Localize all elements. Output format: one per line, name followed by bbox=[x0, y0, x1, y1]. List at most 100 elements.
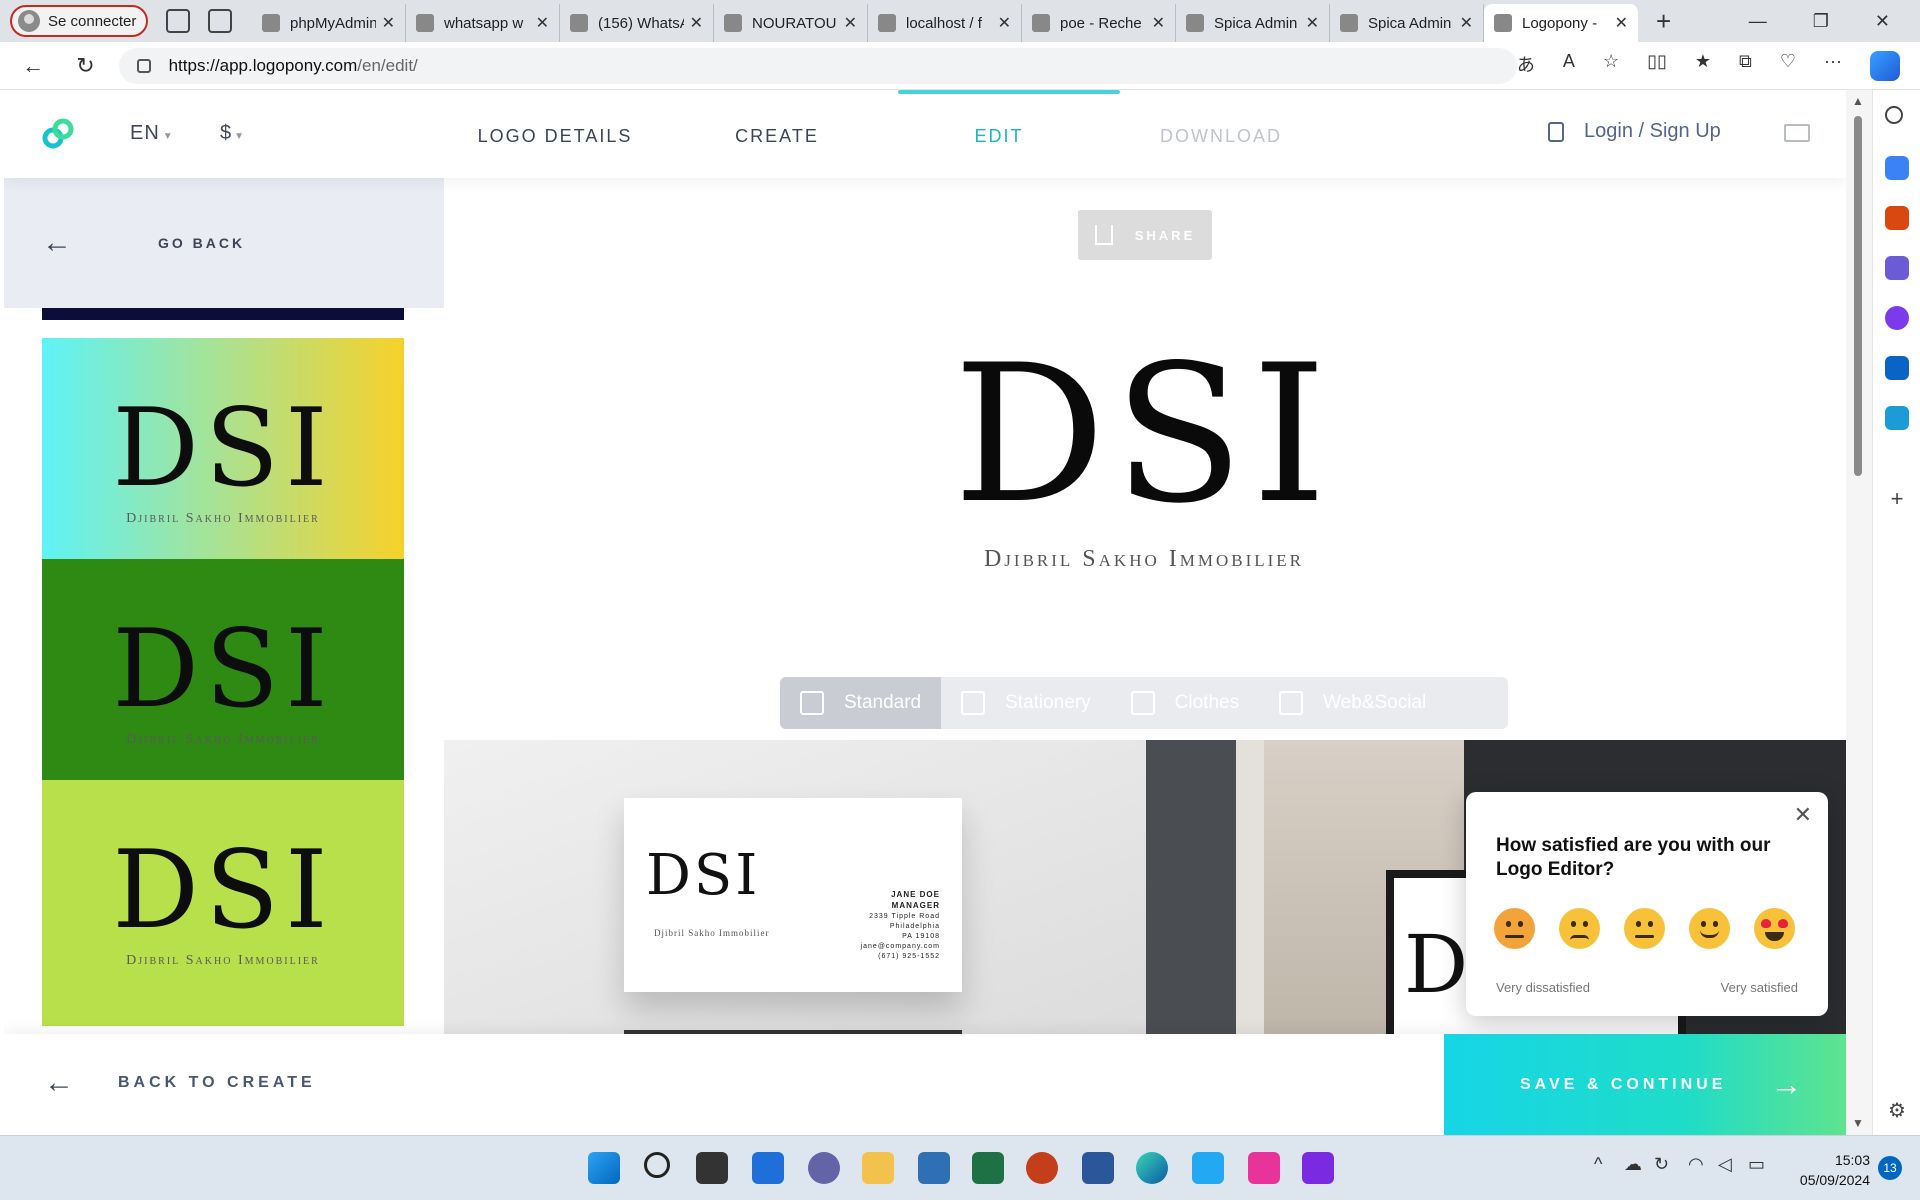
close-tab-icon[interactable]: ✕ bbox=[1460, 13, 1473, 33]
step-create[interactable]: CREATE bbox=[666, 126, 888, 147]
url-field[interactable]: https://app.logopony.com/en/edit/ bbox=[118, 47, 1517, 84]
browser-tab[interactable]: localhost / f ✕ bbox=[868, 4, 1022, 42]
close-tab-icon[interactable]: ✕ bbox=[382, 13, 395, 33]
notification-badge[interactable]: 13 bbox=[1878, 1156, 1902, 1180]
scroll-down-icon[interactable]: ▼ bbox=[1852, 1116, 1864, 1130]
logopony-logo-icon[interactable] bbox=[40, 116, 76, 152]
tab-web-social[interactable]: Web&Social bbox=[1259, 677, 1446, 729]
browser-tab[interactable]: Spica Admin ✕ bbox=[1330, 4, 1484, 42]
microsoft-365-icon[interactable] bbox=[1885, 306, 1909, 330]
step-download[interactable]: DOWNLOAD bbox=[1110, 126, 1332, 147]
close-tab-icon[interactable]: ✕ bbox=[1306, 13, 1319, 33]
volume-icon[interactable]: ◁ bbox=[1718, 1154, 1732, 1175]
browser-tab[interactable]: phpMyAdmin ✕ bbox=[252, 4, 406, 42]
sync-icon[interactable]: ↻ bbox=[1654, 1154, 1669, 1175]
scroll-up-icon[interactable]: ▲ bbox=[1852, 94, 1864, 108]
outlook-icon[interactable] bbox=[1885, 356, 1909, 380]
neutral-emoji-icon[interactable] bbox=[1624, 908, 1665, 949]
step-logo-details[interactable]: LOGO DETAILS bbox=[444, 126, 666, 147]
tab-stationery[interactable]: Stationery bbox=[941, 677, 1111, 729]
back-icon[interactable]: ← bbox=[14, 53, 52, 79]
excel-icon[interactable] bbox=[972, 1152, 1004, 1184]
browser-tab[interactable]: NOURATOU ✕ bbox=[714, 4, 868, 42]
workspaces-icon[interactable] bbox=[166, 9, 190, 33]
split-screen-icon[interactable]: ▯▯ bbox=[1647, 51, 1667, 81]
back-to-create-button[interactable]: ← BACK TO CREATE bbox=[44, 1066, 316, 1100]
browser-tab[interactable]: (156) WhatsApp ✕ bbox=[560, 4, 714, 42]
wamp-icon[interactable] bbox=[1248, 1152, 1280, 1184]
drop-send-icon[interactable] bbox=[1885, 406, 1909, 430]
phpstorm-icon[interactable] bbox=[1302, 1152, 1334, 1184]
reload-icon[interactable]: ↻ bbox=[66, 53, 104, 79]
add-sidebar-app-icon[interactable]: + bbox=[1885, 486, 1909, 511]
system-clock[interactable]: 15:03 05/09/2024 bbox=[1786, 1150, 1870, 1190]
copilot-icon[interactable] bbox=[1870, 50, 1901, 81]
heart-eyes-emoji-icon[interactable] bbox=[1754, 908, 1795, 949]
shopping-tag-icon[interactable] bbox=[1885, 156, 1909, 180]
vscode-icon[interactable] bbox=[1192, 1152, 1224, 1184]
search-icon[interactable] bbox=[1885, 106, 1903, 124]
favorite-star-icon[interactable]: ☆ bbox=[1603, 51, 1619, 81]
chevron-up-icon[interactable]: ^ bbox=[1594, 1154, 1602, 1175]
widgets-icon[interactable] bbox=[752, 1152, 784, 1184]
step-edit[interactable]: EDIT bbox=[888, 126, 1110, 147]
browser-tab[interactable]: poe - Reche ✕ bbox=[1022, 4, 1176, 42]
collections-icon[interactable]: ⧉ bbox=[1739, 51, 1752, 81]
variation-thumbnail[interactable] bbox=[42, 308, 404, 320]
variation-thumbnail[interactable]: DSI Djibril Sakho Immobilier bbox=[42, 559, 404, 805]
angry-emoji-icon[interactable] bbox=[1494, 908, 1535, 949]
browser-tab[interactable]: Spica Admin ✕ bbox=[1176, 4, 1330, 42]
share-button[interactable]: SHARE bbox=[1078, 210, 1212, 260]
language-selector[interactable]: EN ▼ bbox=[130, 122, 174, 145]
close-tab-icon[interactable]: ✕ bbox=[998, 13, 1011, 33]
cloud-icon[interactable]: ☁ bbox=[1624, 1154, 1642, 1175]
variation-thumbnail[interactable]: DSI Djibril Sakho Immobilier bbox=[42, 338, 404, 584]
logo-preview[interactable]: DSI Djibril Sakho Immobilier bbox=[944, 340, 1344, 573]
new-tab-button[interactable]: + bbox=[1656, 6, 1671, 37]
page-scrollbar[interactable]: ▲ ▼ bbox=[1846, 90, 1872, 1135]
wifi-icon[interactable]: ◠ bbox=[1688, 1154, 1704, 1175]
save-continue-button[interactable]: SAVE & CONTINUE → bbox=[1444, 1034, 1846, 1135]
close-tab-icon[interactable]: ✕ bbox=[690, 13, 703, 33]
inbox-icon[interactable] bbox=[1784, 124, 1810, 142]
minimize-button[interactable]: — bbox=[1749, 11, 1767, 32]
profile-button[interactable]: Se connecter bbox=[10, 5, 148, 37]
lock-icon[interactable] bbox=[136, 58, 151, 73]
battery-icon[interactable]: ▭ bbox=[1748, 1154, 1765, 1175]
tab-clothes[interactable]: Clothes bbox=[1111, 677, 1259, 729]
read-aloud-icon[interactable]: A bbox=[1563, 51, 1575, 81]
close-tab-icon[interactable]: ✕ bbox=[1152, 13, 1165, 33]
browser-tab[interactable]: whatsapp w ✕ bbox=[406, 4, 560, 42]
more-menu-icon[interactable]: ··· bbox=[1824, 51, 1842, 81]
windows-start-icon[interactable] bbox=[588, 1152, 620, 1184]
word-icon[interactable] bbox=[1082, 1152, 1114, 1184]
browser-essentials-icon[interactable]: ♡ bbox=[1780, 51, 1796, 81]
tab-standard[interactable]: Standard bbox=[780, 677, 942, 729]
login-link[interactable]: Login / Sign Up bbox=[1548, 120, 1721, 143]
task-view-icon[interactable] bbox=[696, 1152, 728, 1184]
games-icon[interactable] bbox=[1885, 256, 1909, 280]
variation-thumbnail[interactable]: DSI Djibril Sakho Immobilier bbox=[42, 780, 404, 1026]
powerpoint-icon[interactable] bbox=[1026, 1152, 1058, 1184]
teams-chat-icon[interactable] bbox=[808, 1152, 840, 1184]
smile-emoji-icon[interactable] bbox=[1689, 908, 1730, 949]
sad-emoji-icon[interactable] bbox=[1559, 908, 1600, 949]
settings-gear-icon[interactable]: ⚙ bbox=[1885, 1098, 1909, 1122]
tab-actions-icon[interactable] bbox=[208, 9, 232, 33]
go-back-button[interactable]: ← GO BACK bbox=[4, 178, 444, 308]
close-icon[interactable]: ✕ bbox=[1794, 802, 1812, 828]
close-window-button[interactable]: ✕ bbox=[1875, 11, 1890, 32]
currency-selector[interactable]: $ ▼ bbox=[220, 122, 244, 145]
tools-icon[interactable] bbox=[1885, 206, 1909, 230]
microsoft-store-icon[interactable] bbox=[918, 1152, 950, 1184]
edge-browser-icon[interactable] bbox=[1136, 1152, 1168, 1184]
favorites-icon[interactable]: ★ bbox=[1695, 51, 1711, 81]
close-tab-icon[interactable]: ✕ bbox=[844, 13, 857, 33]
close-tab-icon[interactable]: ✕ bbox=[1615, 13, 1628, 33]
close-tab-icon[interactable]: ✕ bbox=[536, 13, 549, 33]
translate-icon[interactable]: あ bbox=[1517, 51, 1535, 81]
restore-button[interactable]: ❐ bbox=[1813, 11, 1829, 32]
browser-tab[interactable]: Logopony - ✕ bbox=[1484, 4, 1638, 42]
file-explorer-icon[interactable] bbox=[862, 1152, 894, 1184]
scrollbar-thumb[interactable] bbox=[1854, 116, 1862, 476]
